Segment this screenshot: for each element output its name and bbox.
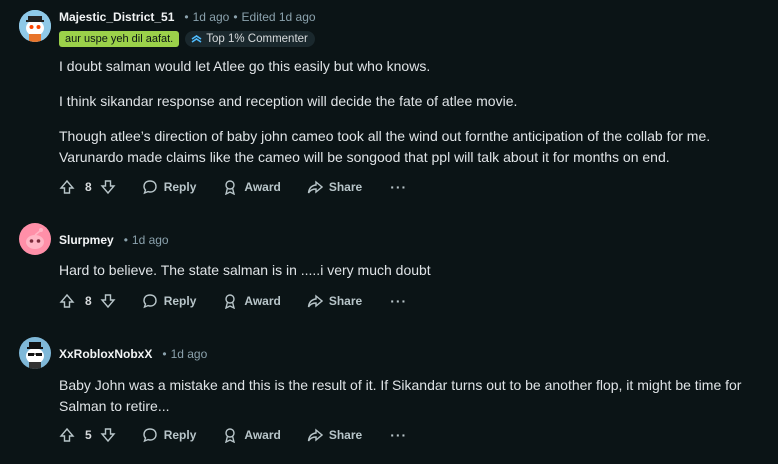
- share-icon: [307, 179, 323, 195]
- username[interactable]: Slurpmey: [59, 233, 114, 247]
- reply-label: Reply: [163, 294, 197, 308]
- comment-body: Baby John was a mistake and this is the …: [59, 375, 759, 417]
- vote-count: 5: [85, 428, 92, 442]
- action-bar: 5 Reply Award Share ···: [59, 424, 407, 446]
- award-label: Award: [244, 428, 281, 442]
- vote-control: 8: [59, 179, 116, 195]
- comment-meta: • 1d ago • Edited 1d ago: [184, 10, 316, 24]
- username[interactable]: XxRobloxNobxX: [59, 347, 152, 361]
- action-bar: 8 Reply Award Share ···: [59, 290, 407, 312]
- award-icon: [222, 427, 238, 443]
- reply-label: Reply: [163, 180, 197, 194]
- reply-button[interactable]: Reply: [142, 179, 197, 195]
- avatar[interactable]: [19, 10, 51, 42]
- username[interactable]: Majestic_District_51: [59, 10, 174, 24]
- badge-label: Top 1% Commenter: [206, 33, 308, 45]
- flair-row: aur uspe yeh dil aafat. Top 1% Commenter: [59, 31, 315, 47]
- award-icon: [222, 293, 238, 309]
- share-button[interactable]: Share: [307, 179, 362, 195]
- downvote-icon[interactable]: [100, 293, 116, 309]
- comment-body: I doubt salman would let Atlee go this e…: [59, 56, 759, 168]
- upvote-icon[interactable]: [59, 179, 75, 195]
- paragraph: I think sikandar response and reception …: [59, 93, 518, 109]
- award-icon: [222, 179, 238, 195]
- comment-meta: • 1d ago: [123, 233, 169, 247]
- top-commenter-icon: [191, 34, 202, 45]
- reply-button[interactable]: Reply: [142, 293, 197, 309]
- award-label: Award: [244, 180, 281, 194]
- share-label: Share: [328, 180, 363, 194]
- upvote-icon[interactable]: [59, 427, 75, 443]
- avatar[interactable]: [19, 337, 51, 369]
- paragraph: Baby John was a mistake and this is the …: [59, 377, 742, 414]
- award-label: Award: [244, 294, 281, 308]
- share-icon: [307, 293, 323, 309]
- share-button[interactable]: Share: [307, 427, 362, 443]
- vote-control: 5: [59, 427, 116, 443]
- top-commenter-badge: Top 1% Commenter: [185, 31, 315, 47]
- paragraph: Though atlee’s direction of baby john ca…: [59, 128, 711, 165]
- award-button[interactable]: Award: [222, 293, 281, 309]
- reply-button[interactable]: Reply: [142, 427, 197, 443]
- user-flair: aur uspe yeh dil aafat.: [59, 31, 180, 47]
- downvote-icon[interactable]: [100, 427, 116, 443]
- edited-label: Edited 1d ago: [241, 10, 316, 24]
- award-button[interactable]: Award: [222, 427, 281, 443]
- award-button[interactable]: Award: [222, 179, 281, 195]
- vote-count: 8: [85, 294, 92, 308]
- more-icon[interactable]: ···: [390, 294, 407, 308]
- reply-icon: [142, 427, 158, 443]
- reply-icon: [142, 179, 158, 195]
- avatar[interactable]: [19, 223, 51, 255]
- timestamp: 1d ago: [192, 10, 230, 24]
- timestamp: 1d ago: [131, 233, 169, 247]
- more-icon[interactable]: ···: [390, 428, 407, 442]
- vote-control: 8: [59, 293, 116, 309]
- downvote-icon[interactable]: [100, 179, 116, 195]
- paragraph: Hard to believe. The state salman is in …: [59, 262, 431, 278]
- more-icon[interactable]: ···: [390, 180, 407, 194]
- share-label: Share: [328, 428, 363, 442]
- timestamp: 1d ago: [170, 347, 208, 361]
- comment-meta: • 1d ago: [162, 347, 208, 361]
- comment-body: Hard to believe. The state salman is in …: [59, 260, 759, 281]
- reply-label: Reply: [163, 428, 197, 442]
- share-button[interactable]: Share: [307, 293, 362, 309]
- paragraph: I doubt salman would let Atlee go this e…: [59, 58, 431, 74]
- reply-icon: [142, 293, 158, 309]
- vote-count: 8: [85, 180, 92, 194]
- action-bar: 8 Reply Award Share ···: [59, 176, 407, 198]
- share-icon: [307, 427, 323, 443]
- share-label: Share: [328, 294, 363, 308]
- upvote-icon[interactable]: [59, 293, 75, 309]
